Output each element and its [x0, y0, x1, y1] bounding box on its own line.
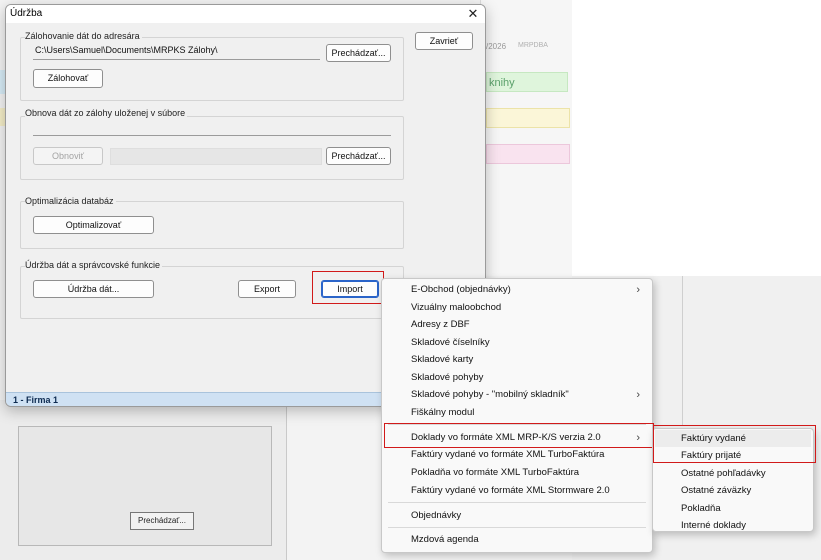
data-maintenance-button[interactable]: Údržba dát... [33, 280, 154, 298]
menu-item-label: Faktúry vydané vo formáte XML Stormware … [411, 485, 610, 496]
close-icon[interactable]: ✕ [465, 6, 481, 22]
restore-file-underline [33, 135, 391, 136]
menu-item-fiscal-module[interactable]: Fiškálny modul [384, 404, 650, 422]
menu-item-stormware-invoices[interactable]: Faktúry vydané vo formáte XML Stormware … [384, 482, 650, 500]
restore-browse-button[interactable]: Prechádzať... [326, 147, 391, 165]
menu-item-label: Mzdová agenda [411, 534, 479, 545]
submenu-highlight-outline [653, 425, 816, 463]
menu-item-label: E-Obchod (objednávky) [411, 284, 511, 295]
menu-item-label: Adresy z DBF [411, 319, 470, 330]
menu-item-eshop-orders[interactable]: E-Obchod (objednávky) › [384, 281, 650, 299]
menu-separator [388, 527, 646, 528]
menu-item-orders[interactable]: Objednávky [384, 507, 650, 525]
menu-item-payroll[interactable]: Mzdová agenda [384, 531, 650, 549]
background-row-books[interactable]: knihy [486, 72, 568, 92]
import-context-menu: E-Obchod (objednávky) › Vizuálny maloobch… [381, 278, 653, 553]
submenu-item-internal-documents[interactable]: Interné doklady [655, 517, 811, 534]
dialog-titlebar[interactable]: Údržba ✕ [6, 5, 485, 23]
background-row-yellow[interactable] [486, 108, 570, 128]
submenu-item-cash-register[interactable]: Pokladňa [655, 500, 811, 517]
import-button[interactable]: Import [321, 280, 379, 298]
submenu-item-other-payables[interactable]: Ostatné záväzky [655, 482, 811, 499]
backup-path-input[interactable]: C:\Users\Samuel\Documents\MRPKS Zálohy\ [35, 45, 218, 55]
backup-path-underline [33, 59, 320, 60]
menu-item-visual-retail[interactable]: Vizuálny maloobchod [384, 299, 650, 317]
menu-item-mobile-warehouse[interactable]: Skladové pohyby - "mobilný skladník" › [384, 386, 650, 404]
menu-item-label: Skladové pohyby - "mobilný skladník" [411, 389, 569, 400]
menu-item-label: Faktúry vydané vo formáte XML TurboFaktú… [411, 449, 605, 460]
background-browse-button[interactable]: Prechádzať... [130, 512, 194, 530]
menu-item-turbofaktura-invoices[interactable]: Faktúry vydané vo formáte XML TurboFaktú… [384, 446, 650, 464]
menu-item-label: Skladové karty [411, 354, 474, 365]
backup-group-label: Zálohovanie dát do adresára [25, 31, 142, 41]
menu-item-turbofaktura-cash[interactable]: Pokladňa vo formáte XML TurboFaktúra [384, 464, 650, 482]
close-button[interactable]: Zavrieť [415, 32, 473, 50]
menu-item-label: Pokladňa vo formáte XML TurboFaktúra [411, 467, 580, 478]
menu-item-addresses-dbf[interactable]: Adresy z DBF [384, 316, 650, 334]
restore-button[interactable]: Obnoviť [33, 147, 103, 165]
restore-group-label: Obnova dát zo zálohy uloženej v súbore [25, 108, 188, 118]
dialog-title: Údržba [10, 8, 43, 19]
menu-item-label: Skladové pohyby [411, 372, 484, 383]
submenu-item-other-receivables[interactable]: Ostatné pohľadávky [655, 465, 811, 482]
export-button[interactable]: Export [238, 280, 296, 298]
background-code-fragment: MRPDBA [518, 42, 548, 49]
background-date-fragment: /2026 [486, 42, 507, 51]
menu-separator [388, 502, 646, 503]
menu-item-label: Fiškálny modul [411, 407, 475, 418]
menu-item-stock-codelists[interactable]: Skladové číselníky [384, 334, 650, 352]
chevron-right-icon: › [636, 389, 640, 401]
chevron-right-icon: › [636, 284, 640, 296]
maintenance-group-label: Údržba dát a správcovské funkcie [25, 260, 163, 270]
backup-button[interactable]: Zálohovať [33, 69, 103, 88]
menu-item-stock-cards[interactable]: Skladové karty [384, 351, 650, 369]
menu-item-label: Skladové číselníky [411, 337, 490, 348]
background-row-pink[interactable] [486, 144, 570, 164]
company-status: 1 - Firma 1 [13, 395, 59, 405]
xml-menu-highlight-outline [384, 423, 654, 448]
optimize-group-label: Optimalizácia databáz [25, 196, 116, 206]
optimize-button[interactable]: Optimalizovať [33, 216, 154, 234]
background-lower-divider [682, 276, 683, 426]
menu-item-label: Vizuálny maloobchod [411, 302, 502, 313]
menu-item-label: Objednávky [411, 510, 462, 521]
backup-browse-button[interactable]: Prechádzať... [326, 44, 391, 62]
menu-item-stock-movements[interactable]: Skladové pohyby [384, 369, 650, 387]
restore-progress-field [110, 148, 322, 165]
